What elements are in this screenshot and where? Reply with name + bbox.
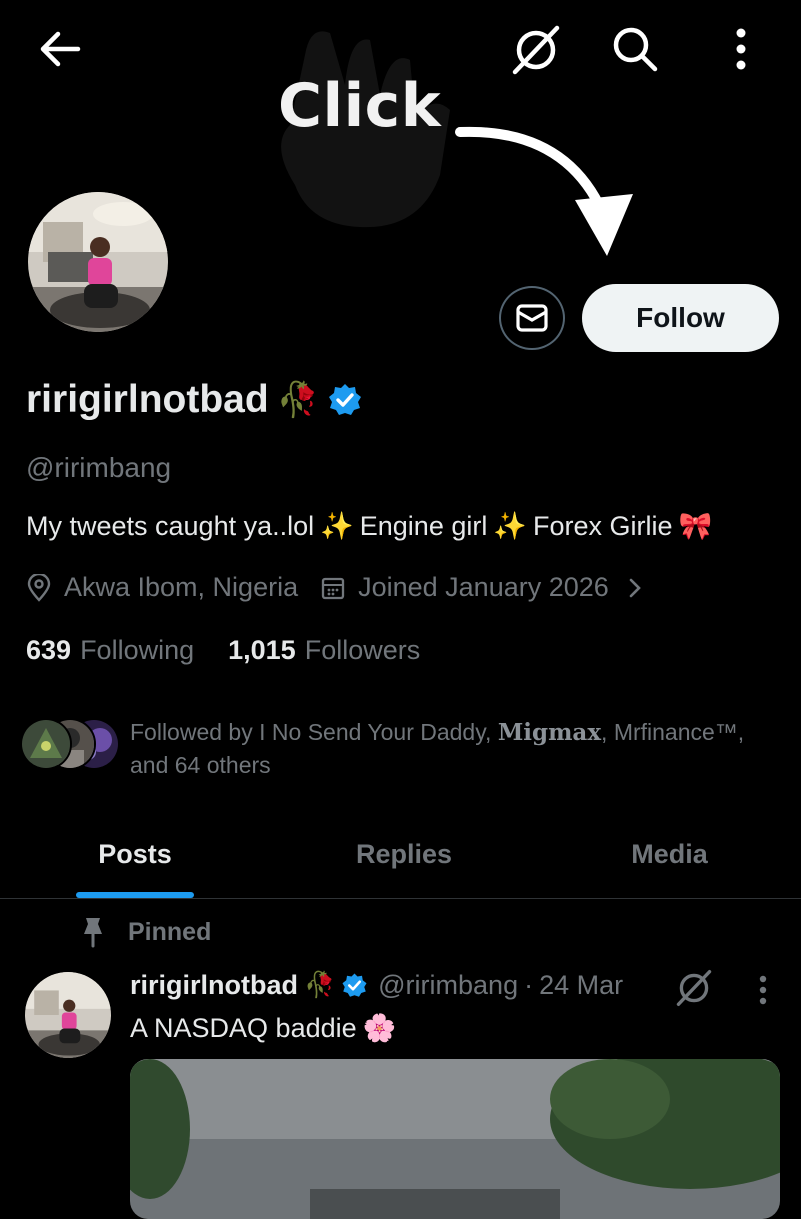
followers-label: Followers — [304, 635, 421, 665]
search-icon — [613, 27, 658, 72]
avatar — [20, 718, 72, 770]
rose-emoji: 🥀 — [276, 381, 320, 419]
grok-button[interactable] — [508, 24, 564, 76]
tab-replies[interactable]: Replies — [270, 810, 538, 898]
arrow-left-icon — [40, 31, 81, 67]
ribbon-emoji: 🎀 — [678, 511, 713, 541]
post-more-button[interactable] — [748, 968, 778, 1012]
tab-posts[interactable]: Posts — [0, 810, 270, 898]
post-date[interactable]: 24 Mar — [539, 970, 623, 1001]
joined-date-link[interactable]: Joined January 2026 — [358, 572, 609, 603]
active-tab-indicator — [76, 892, 194, 898]
profile-avatar[interactable] — [25, 189, 171, 335]
tab-media[interactable]: Media — [538, 810, 801, 898]
verified-badge-icon — [342, 973, 367, 997]
post-avatar[interactable] — [25, 972, 111, 1058]
mail-icon — [516, 304, 548, 332]
followed-by-others: and 64 others — [130, 752, 271, 778]
followed-by-avatars[interactable] — [20, 718, 120, 774]
blossom-emoji: 🌸 — [362, 1013, 397, 1043]
profile-tabs: Posts Replies Media — [0, 810, 801, 899]
display-name-row: ririgirlnotbad 🥀 — [26, 372, 363, 428]
followers-count: 1,015 — [228, 635, 296, 665]
post-text: A NASDAQ baddie 🌸 — [130, 1012, 396, 1044]
followed-by-prefix: Followed by I No Send Your Daddy, — [130, 719, 498, 745]
follow-button[interactable]: Follow — [582, 284, 779, 352]
followers-link[interactable]: 1,015 Followers — [228, 635, 420, 666]
followed-by-suffix: , Mrfinance™, — [601, 719, 745, 745]
post-author-name[interactable]: ririgirlnotbad — [130, 970, 298, 1001]
bio-text: Forex Girlie — [532, 510, 673, 541]
following-link[interactable]: 639 Following — [26, 635, 194, 666]
rose-emoji: 🥀 — [304, 971, 336, 999]
post-grok-button[interactable] — [672, 966, 716, 1010]
following-label: Following — [80, 635, 195, 665]
more-vertical-icon — [736, 28, 746, 70]
bio-text: My tweets caught ya..lol — [26, 510, 315, 541]
followed-by-text[interactable]: Followed by I No Send Your Daddy, Migmax… — [130, 716, 790, 781]
location-pin-icon — [27, 573, 51, 602]
calendar-icon — [321, 577, 345, 599]
pinned-indicator: Pinned — [80, 916, 211, 948]
pin-icon — [84, 918, 102, 948]
tab-label: Replies — [355, 838, 453, 869]
display-name: ririgirlnotbad — [26, 378, 269, 421]
message-button[interactable] — [499, 286, 565, 350]
bio-text: Engine girl — [359, 510, 488, 541]
grok-slash-circle-icon — [512, 25, 560, 75]
post-image[interactable] — [130, 1059, 780, 1219]
search-button[interactable] — [607, 22, 663, 76]
sparkles-emoji: ✨ — [493, 511, 527, 541]
following-count: 639 — [26, 635, 72, 665]
location-text: Akwa Ibom, Nigeria — [64, 572, 299, 602]
click-annotation-text: Click — [278, 71, 442, 141]
more-options-button[interactable] — [716, 22, 766, 76]
post-header: ririgirlnotbad 🥀 @ririmbang · 24 Mar — [130, 970, 623, 1001]
post-author-handle[interactable]: @ririmbang — [378, 970, 518, 1001]
follow-stats: 639 Following 1,015 Followers — [26, 635, 420, 666]
verified-badge-icon — [329, 384, 362, 415]
post-separator: · — [524, 970, 534, 1000]
profile-handle: @ririmbang — [26, 452, 172, 483]
more-vertical-icon — [759, 975, 767, 1005]
profile-bio: My tweets caught ya..lol ✨ Engine girl ✨ F… — [26, 510, 712, 542]
tab-label: Media — [631, 838, 708, 869]
back-button[interactable] — [34, 24, 86, 74]
pinned-label: Pinned — [128, 917, 212, 946]
profile-meta: Akwa Ibom, Nigeria Joined January 2026 — [26, 572, 645, 603]
annotation-arrow-icon — [455, 118, 645, 263]
post-body: A NASDAQ baddie — [130, 1012, 357, 1043]
grok-slash-circle-icon — [676, 970, 712, 1006]
tab-label: Posts — [98, 838, 172, 869]
followed-by-name: Migmax — [497, 719, 602, 746]
sparkles-emoji: ✨ — [320, 511, 354, 541]
chevron-right-icon[interactable] — [625, 575, 645, 601]
